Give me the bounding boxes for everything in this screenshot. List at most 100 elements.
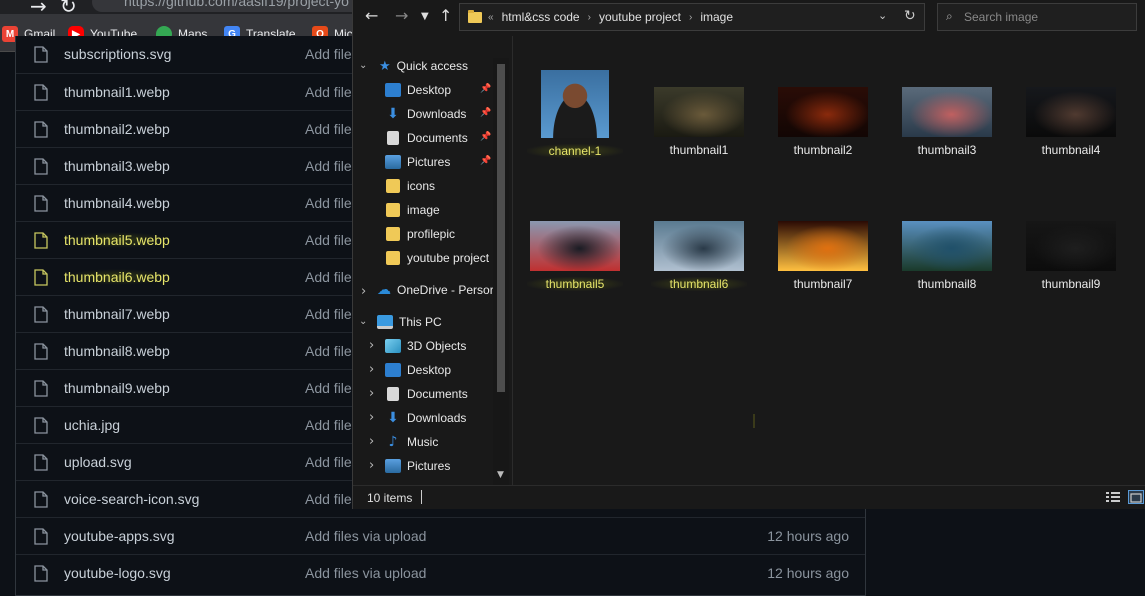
- nav-item[interactable]: image: [385, 199, 440, 221]
- scrollbar-thumb[interactable]: [497, 64, 505, 392]
- nav-item[interactable]: Documents: [385, 127, 468, 149]
- details-view-icon[interactable]: [1105, 490, 1121, 504]
- back-icon[interactable]: ←: [365, 6, 378, 25]
- folder-icon: [386, 227, 400, 241]
- file-icon: [34, 195, 48, 212]
- address-bar[interactable]: https://github.com/aasif19/project-yo: [92, 0, 392, 12]
- nav-item[interactable]: Desktop: [385, 359, 451, 381]
- chevron-right-icon: ›: [587, 11, 591, 23]
- explorer-address-bar[interactable]: « html&css code › youtube project › imag…: [459, 3, 925, 31]
- nav-item[interactable]: ⬇ Downloads: [385, 407, 466, 429]
- file-name-link[interactable]: thumbnail3.webp: [64, 158, 170, 174]
- breadcrumb-item[interactable]: youtube project: [599, 10, 681, 24]
- nav-label: This PC: [399, 315, 442, 329]
- file-name-link[interactable]: thumbnail7.webp: [64, 306, 170, 322]
- file-thumbnail-item[interactable]: thumbnail6: [651, 204, 747, 291]
- image-thumbnail: [778, 87, 868, 137]
- file-name-link[interactable]: thumbnail9.webp: [64, 380, 170, 396]
- file-thumbnail-item[interactable]: thumbnail5: [527, 204, 623, 291]
- file-thumbnail-item[interactable]: thumbnail1: [651, 70, 747, 157]
- navigation-pane: ⌄ ★ Quick access Desktop 📌 ⬇ Downloads 📌 Docu…: [353, 50, 511, 485]
- breadcrumb-item[interactable]: image: [700, 10, 733, 24]
- file-name-label: thumbnail6: [651, 277, 747, 291]
- file-name-link[interactable]: subscriptions.svg: [64, 46, 171, 62]
- file-name-link[interactable]: youtube-apps.svg: [64, 528, 175, 544]
- file-name-link[interactable]: thumbnail1.webp: [64, 84, 170, 100]
- nav-onedrive[interactable]: ☁ OneDrive - Persor: [377, 279, 494, 301]
- commit-message-link[interactable]: Add files via upload: [305, 528, 426, 544]
- nav-quick-access[interactable]: ★ Quick access: [379, 55, 468, 77]
- nav-item[interactable]: 3D Objects: [385, 335, 466, 357]
- commit-message-link[interactable]: Add files via upload: [305, 565, 426, 581]
- file-thumbnail-item[interactable]: thumbnail7: [775, 204, 871, 291]
- file-name-link[interactable]: upload.svg: [64, 454, 132, 470]
- file-name-link[interactable]: thumbnail5.webp: [64, 232, 170, 248]
- nav-item[interactable]: youtube project: [385, 247, 489, 269]
- star-icon: ★: [379, 58, 391, 74]
- image-thumbnail: [654, 221, 744, 271]
- file-name-link[interactable]: thumbnail8.webp: [64, 343, 170, 359]
- large-icons-view-icon[interactable]: [1128, 490, 1144, 504]
- nav-item[interactable]: Desktop: [385, 79, 451, 101]
- file-name-link[interactable]: thumbnail4.webp: [64, 195, 170, 211]
- chevron-right-icon[interactable]: ›: [369, 338, 374, 353]
- chevron-right-icon[interactable]: ›: [369, 410, 374, 425]
- file-name-link[interactable]: youtube-logo.svg: [64, 565, 171, 581]
- nav-item[interactable]: ♪ Music: [385, 431, 439, 453]
- chevron-right-icon[interactable]: ›: [369, 434, 374, 449]
- chevron-right-icon[interactable]: ›: [361, 284, 366, 299]
- image-thumbnail: [654, 87, 744, 137]
- chevron-down-icon[interactable]: ⌄: [359, 316, 367, 327]
- file-thumbnail-item[interactable]: thumbnail3: [899, 70, 995, 157]
- breadcrumb-item[interactable]: html&css code: [502, 10, 580, 24]
- image-thumbnail: [530, 221, 620, 271]
- chevron-down-icon[interactable]: ⌄: [359, 60, 367, 71]
- refresh-icon[interactable]: ↻: [904, 8, 916, 24]
- nav-label: Desktop: [407, 83, 452, 97]
- file-icon: [34, 528, 48, 545]
- file-thumbnail-item[interactable]: thumbnail9: [1023, 204, 1119, 291]
- file-name-link[interactable]: uchia.jpg: [64, 417, 120, 433]
- folder-icon: [386, 203, 400, 217]
- item-count: 10 items: [367, 491, 413, 505]
- nav-item[interactable]: Documents: [385, 383, 468, 405]
- file-icon: [34, 46, 48, 63]
- forward-icon[interactable]: →: [395, 6, 408, 25]
- recent-locations-icon[interactable]: ▼: [421, 11, 429, 22]
- image-thumbnail: [1026, 221, 1116, 271]
- chevron-down-icon[interactable]: ⌄: [878, 9, 887, 22]
- search-input[interactable]: ⌕ Search image: [937, 3, 1137, 31]
- nav-item[interactable]: Pictures: [385, 455, 450, 477]
- file-name-link[interactable]: voice-search-icon.svg: [64, 491, 199, 507]
- file-row[interactable]: youtube-apps.svg Add files via upload 12 h…: [16, 517, 865, 554]
- chevron-right-icon[interactable]: ›: [369, 458, 374, 473]
- up-icon[interactable]: ↑: [439, 6, 452, 25]
- file-icon: [34, 417, 48, 434]
- nav-item[interactable]: icons: [385, 175, 435, 197]
- chevron-right-icon[interactable]: ›: [369, 362, 374, 377]
- nav-label: image: [407, 203, 440, 217]
- scroll-down-icon[interactable]: ▼: [497, 470, 504, 480]
- nav-scrollbar[interactable]: ▼: [493, 58, 509, 486]
- file-name-link[interactable]: thumbnail6.webp: [64, 269, 170, 285]
- folder-icon: [386, 179, 400, 193]
- nav-item[interactable]: Pictures: [385, 151, 450, 173]
- file-row[interactable]: youtube-logo.svg Add files via upload 12 h…: [16, 554, 865, 591]
- file-name-label: channel-1: [527, 144, 623, 158]
- file-icon: [34, 491, 48, 508]
- file-icon: [34, 121, 48, 138]
- nav-this-pc[interactable]: This PC: [377, 311, 442, 333]
- overflow-icon[interactable]: «: [488, 12, 494, 23]
- file-thumbnail-item[interactable]: channel-1: [527, 70, 623, 158]
- file-icon: [34, 454, 48, 471]
- file-thumbnail-item[interactable]: thumbnail8: [899, 204, 995, 291]
- file-content-pane: channel-1 thumbnail1 thumbnail2 thumbnail3 t…: [512, 36, 1145, 485]
- file-thumbnail-item[interactable]: thumbnail2: [775, 70, 871, 157]
- image-thumbnail: [902, 221, 992, 271]
- chevron-right-icon[interactable]: ›: [369, 386, 374, 401]
- nav-item[interactable]: profilepic: [385, 223, 455, 245]
- file-thumbnail-item[interactable]: thumbnail4: [1023, 70, 1119, 157]
- file-name-link[interactable]: thumbnail2.webp: [64, 121, 170, 137]
- nav-item[interactable]: ⬇ Downloads: [385, 103, 466, 125]
- image-thumbnail: [541, 70, 609, 138]
